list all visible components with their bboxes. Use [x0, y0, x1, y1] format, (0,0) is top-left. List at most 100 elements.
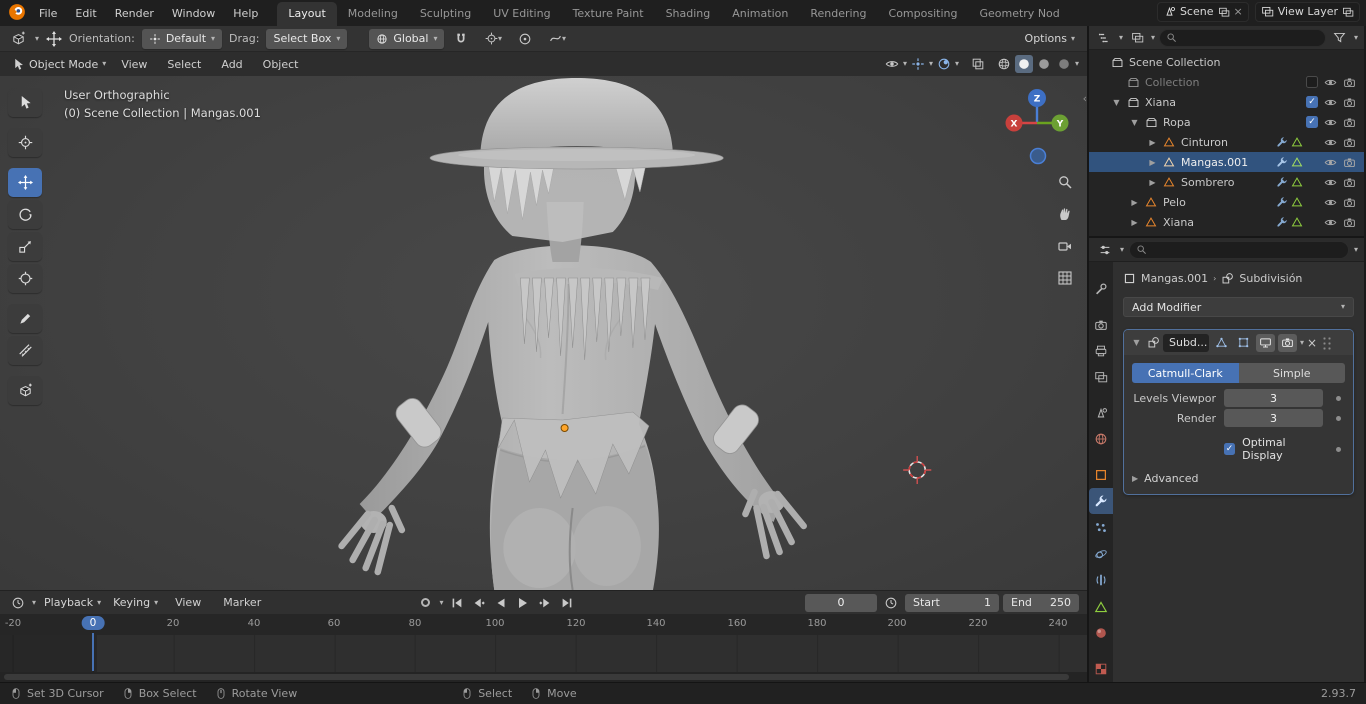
tab-rendering[interactable]: Rendering: [799, 2, 877, 26]
3d-cursor[interactable]: [903, 456, 932, 484]
remove-modifier-icon[interactable]: ×: [1307, 336, 1317, 350]
object-types-visibility-button[interactable]: [883, 55, 901, 73]
keying-menu[interactable]: Keying ▾: [109, 596, 162, 609]
play-button[interactable]: [513, 594, 533, 612]
navigation-gizmo[interactable]: Z X Y: [1005, 86, 1069, 170]
axis-y-label[interactable]: Y: [1056, 120, 1064, 130]
tab-object[interactable]: [1089, 462, 1113, 488]
outliner-filter-button[interactable]: [1330, 28, 1350, 48]
eye-icon[interactable]: [1321, 76, 1340, 89]
menu-window[interactable]: Window: [163, 4, 224, 23]
tab-uv-editing[interactable]: UV Editing: [482, 2, 561, 26]
eye-icon[interactable]: [1321, 136, 1340, 149]
tab-scene[interactable]: [1089, 400, 1113, 426]
zoom-button[interactable]: [1055, 172, 1075, 192]
add-modifier-dropdown[interactable]: Add Modifier ▾: [1123, 297, 1354, 317]
breadcrumb-object[interactable]: Mangas.001: [1141, 272, 1208, 285]
outliner-row-collection[interactable]: Collection: [1089, 72, 1364, 92]
object-origin-point[interactable]: [560, 424, 569, 432]
snap-magnet-toggle[interactable]: [451, 29, 471, 49]
camera-icon[interactable]: [1340, 176, 1359, 189]
mesh-data-icon[interactable]: [1291, 196, 1303, 208]
play-reverse-button[interactable]: [491, 594, 511, 612]
outliner-row-pelo[interactable]: ▶ Pelo: [1089, 192, 1364, 212]
expand-icon[interactable]: ▼: [1127, 118, 1142, 127]
scene-selector[interactable]: Scene ×: [1156, 1, 1249, 22]
current-frame-indicator[interactable]: 0: [81, 616, 105, 630]
menu-object[interactable]: Object: [254, 55, 308, 74]
tab-object-data[interactable]: [1089, 594, 1113, 620]
jump-to-start-button[interactable]: [447, 594, 467, 612]
catmull-clark-button[interactable]: Catmull-Clark: [1132, 363, 1239, 383]
scale-tool[interactable]: [8, 232, 42, 261]
outliner-search-input[interactable]: [1159, 28, 1326, 47]
mesh-data-icon[interactable]: [1291, 176, 1303, 188]
gizmos-toggle[interactable]: [909, 55, 927, 73]
tab-sculpting[interactable]: Sculpting: [409, 2, 482, 26]
show-on-cage-toggle[interactable]: [1234, 334, 1253, 352]
eye-icon[interactable]: [1321, 96, 1340, 109]
shading-rendered-button[interactable]: [1055, 55, 1073, 73]
tab-modeling[interactable]: Modeling: [337, 2, 409, 26]
collapse-icon[interactable]: ▶: [1145, 178, 1160, 187]
unlink-scene-icon[interactable]: ×: [1234, 5, 1243, 18]
shading-material-button[interactable]: [1035, 55, 1053, 73]
camera-icon[interactable]: [1340, 96, 1359, 109]
tab-shading[interactable]: Shading: [655, 2, 722, 26]
menu-select[interactable]: Select: [158, 55, 210, 74]
menu-add[interactable]: Add: [212, 55, 251, 74]
tab-modifiers[interactable]: [1089, 487, 1113, 515]
timeline-marker-menu[interactable]: Marker: [214, 593, 270, 612]
editor-type-3dview-button[interactable]: [8, 29, 28, 49]
mesh-data-icon[interactable]: [1291, 156, 1303, 168]
axis-negative-ball[interactable]: [1029, 147, 1047, 165]
outliner-row-mangas-001[interactable]: ▶ Mangas.001: [1089, 152, 1364, 172]
drag-handle-icon[interactable]: [1322, 335, 1333, 350]
timeline-scrollbar[interactable]: [0, 672, 1087, 682]
menu-help[interactable]: Help: [224, 4, 267, 23]
orientation-dropdown[interactable]: Default ▾: [141, 28, 223, 49]
editor-type-timeline-button[interactable]: [8, 593, 28, 613]
tab-tool[interactable]: [1089, 276, 1113, 302]
menu-file[interactable]: File: [30, 4, 66, 23]
select-box-tool[interactable]: [8, 88, 42, 117]
breadcrumb-modifier[interactable]: Subdivisión: [1239, 272, 1302, 285]
expand-icon[interactable]: ▼: [1129, 338, 1144, 347]
collapse-icon[interactable]: ▶: [1127, 198, 1142, 207]
tab-output[interactable]: [1089, 338, 1113, 364]
collection-checkbox[interactable]: [1306, 76, 1318, 88]
pan-hand-button[interactable]: [1055, 204, 1075, 224]
frame-end-field[interactable]: End 250: [1003, 593, 1079, 612]
tab-layout[interactable]: Layout: [277, 2, 337, 26]
outliner-display-mode-button[interactable]: [1127, 28, 1147, 48]
menu-view[interactable]: View: [112, 55, 156, 74]
collapse-icon[interactable]: ▶: [1145, 158, 1160, 167]
tab-view-layer[interactable]: [1089, 364, 1113, 390]
mode-dropdown[interactable]: Object Mode ▾: [8, 58, 110, 71]
blender-logo-icon[interactable]: [8, 3, 26, 21]
prev-keyframe-button[interactable]: [469, 594, 489, 612]
measure-tool[interactable]: [8, 336, 42, 365]
current-frame-line[interactable]: [92, 633, 94, 671]
show-edit-mode-toggle[interactable]: [1212, 334, 1231, 352]
view-layer-selector[interactable]: View Layer: [1254, 1, 1360, 22]
xray-toggle[interactable]: [969, 55, 987, 73]
outliner-row-ropa-collection[interactable]: ▼ Ropa ✓: [1089, 112, 1364, 132]
tab-texture[interactable]: [1089, 655, 1113, 681]
drag-dropdown[interactable]: Select Box ▾: [266, 28, 348, 49]
transform-tool[interactable]: [8, 264, 42, 293]
outliner-row-xiana-object[interactable]: ▶ Xiana: [1089, 212, 1364, 232]
simple-button[interactable]: Simple: [1238, 363, 1345, 383]
animate-dot-icon[interactable]: [1335, 446, 1341, 452]
editor-type-properties-button[interactable]: [1095, 240, 1115, 260]
realtime-display-toggle[interactable]: [1256, 333, 1275, 352]
next-keyframe-button[interactable]: [535, 594, 555, 612]
modifier-wrench-icon[interactable]: [1276, 136, 1288, 148]
collapse-icon[interactable]: ▶: [1145, 138, 1160, 147]
outliner-row-scene-collection[interactable]: Scene Collection: [1089, 52, 1364, 72]
rotate-tool[interactable]: [8, 200, 42, 229]
tab-texture-paint[interactable]: Texture Paint: [562, 2, 655, 26]
eye-icon[interactable]: [1321, 156, 1340, 169]
collapse-icon[interactable]: ▶: [1127, 218, 1142, 227]
frame-start-field[interactable]: Start 1: [905, 593, 999, 612]
